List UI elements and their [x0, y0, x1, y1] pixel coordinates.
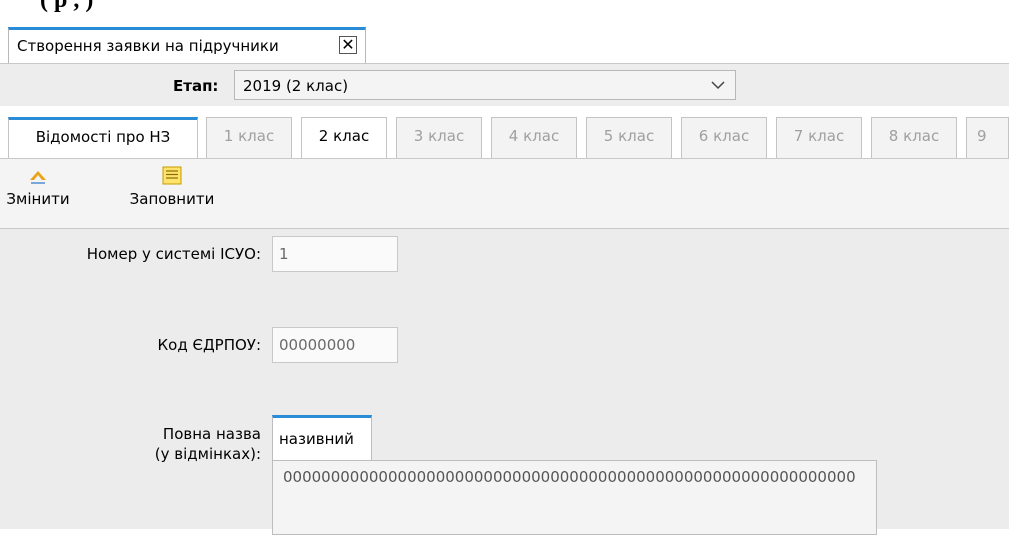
document-tab-label: Створення заявки на підручники	[17, 37, 279, 55]
tab-label: 7 клас	[793, 127, 845, 145]
stage-label: Етап:	[173, 77, 219, 95]
form-fill-icon	[162, 166, 182, 185]
toolbar: Змінити Заповнити	[0, 159, 1009, 229]
fill-button-label: Заповнити	[129, 190, 215, 208]
edit-button-label: Змінити	[6, 190, 70, 208]
cutoff-heading-text: ( р , )	[40, 0, 94, 13]
tab-class-4[interactable]: 4 клас	[491, 117, 577, 158]
tab-label: Відомості про НЗ	[35, 128, 171, 146]
tab-class-6[interactable]: 6 клас	[681, 117, 767, 158]
edrpou-label-text: Код ЄДРПОУ:	[157, 336, 261, 354]
tab-class-1[interactable]: 1 клас	[206, 117, 292, 158]
tab-label: 8 клас	[888, 127, 940, 145]
tab-nominative-case[interactable]: називний	[272, 415, 372, 461]
document-tab[interactable]: Створення заявки на підручники ✕	[8, 27, 366, 63]
fill-button[interactable]: Заповнити	[122, 165, 222, 221]
tab-label: 3 клас	[413, 127, 465, 145]
edrpou-code-field[interactable]: 00000000	[272, 327, 398, 363]
tab-label: 6 клас	[698, 127, 750, 145]
top-cutoff-heading: ( р , )	[0, 0, 1009, 13]
isuo-label: Номер у системі ІСУО:	[86, 245, 261, 263]
tab-class-2[interactable]: 2 клас	[301, 117, 387, 158]
edit-chevron-up-icon	[30, 171, 46, 184]
school-info-form: Номер у системі ІСУО: 1 Код ЄДРПОУ: 0000…	[0, 229, 1009, 535]
close-icon[interactable]: ✕	[339, 36, 357, 54]
edrpou-label: Код ЄДРПОУ:	[158, 336, 261, 354]
full-name-textarea[interactable]: 0000000000000000000000000000000000000000…	[272, 460, 877, 535]
tab-school-info[interactable]: Відомості про НЗ	[8, 117, 198, 158]
tab-class-8[interactable]: 8 клас	[871, 117, 957, 158]
tab-class-5[interactable]: 5 клас	[586, 117, 672, 158]
tab-class-3[interactable]: 3 клас	[396, 117, 482, 158]
tab-nominative-label: називний	[279, 430, 354, 448]
tab-label: 1 клас	[223, 127, 275, 145]
tab-label: 5 клас	[603, 127, 655, 145]
class-tabbar: Відомості про НЗ 1 клас 2 клас 3 клас 4 …	[0, 106, 1009, 159]
tab-label: 9	[977, 127, 987, 145]
stage-select[interactable]: 2019 (2 клас)	[234, 70, 736, 100]
tab-class-7[interactable]: 7 клас	[776, 117, 862, 158]
tab-label: 4 клас	[508, 127, 560, 145]
tab-label: 2 клас	[318, 127, 370, 145]
isuo-number-field[interactable]: 1	[272, 236, 398, 272]
edit-button[interactable]: Змінити	[6, 165, 70, 221]
stage-bar: Етап: 2019 (2 клас)	[0, 64, 1009, 106]
stage-select-value: 2019 (2 клас)	[243, 77, 349, 95]
full-name-label-line-2: (у відмінках):	[154, 445, 261, 463]
full-name-label-line-1: Повна назва	[162, 425, 261, 443]
tab-class-9[interactable]: 9	[966, 117, 1009, 158]
document-tabbar: Створення заявки на підручники ✕	[0, 13, 1009, 64]
chevron-down-icon	[711, 81, 725, 90]
